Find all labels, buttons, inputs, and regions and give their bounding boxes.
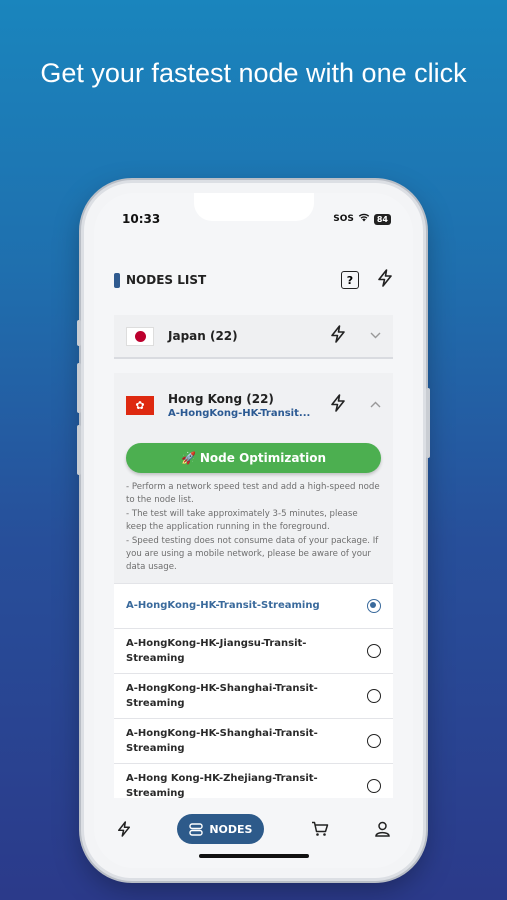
radio-unselected[interactable] xyxy=(367,778,381,793)
node-item[interactable]: A-HongKong-HK-Transit-Streaming xyxy=(114,582,393,628)
tab-account[interactable] xyxy=(375,814,390,844)
hong-kong-flag-icon: ✿ xyxy=(126,395,154,415)
page-title: NODES LIST xyxy=(126,273,207,287)
phone-frame: 10:33 SOS 84 NODES LIST ? Japan (22) ✿ H… xyxy=(77,183,430,878)
node-optimization-button[interactable]: 🚀 Node Optimization xyxy=(126,443,381,473)
node-item[interactable]: A-HongKong-HK-Shanghai-Transit-Streaming xyxy=(114,672,393,718)
header-actions: ? xyxy=(341,269,393,291)
tab-nodes-label: NODES xyxy=(209,822,253,836)
radio-unselected[interactable] xyxy=(367,688,381,703)
node-label: A-HongKong-HK-Shanghai-Transit-Streaming xyxy=(126,682,318,709)
status-icons: SOS 84 xyxy=(333,213,391,225)
page-header: NODES LIST ? xyxy=(114,265,393,295)
status-time: 10:33 xyxy=(122,212,161,226)
node-list: A-HongKong-HK-Transit-Streaming A-HongKo… xyxy=(114,582,393,808)
lightning-icon[interactable] xyxy=(377,269,393,291)
server-icon xyxy=(189,822,204,836)
mute-switch xyxy=(77,320,81,346)
country-names: Hong Kong (22) A-HongKong-HK-Transit... xyxy=(168,392,330,419)
radio-unselected[interactable] xyxy=(367,733,381,748)
wifi-icon xyxy=(358,213,370,225)
tab-nodes[interactable]: NODES xyxy=(177,814,265,844)
chevron-up-icon[interactable] xyxy=(370,400,381,411)
lightning-icon xyxy=(118,821,131,837)
note-line: - Perform a network speed test and add a… xyxy=(126,482,380,506)
node-label: A-HongKong-HK-Shanghai-Transit-Streaming xyxy=(126,727,318,754)
note-line: - Speed testing does not consume data of… xyxy=(126,535,379,573)
radio-selected[interactable] xyxy=(367,598,381,613)
home-indicator[interactable] xyxy=(198,854,309,858)
tab-shop[interactable] xyxy=(311,814,329,844)
country-name: Japan (22) xyxy=(168,329,238,343)
chevron-down-icon[interactable] xyxy=(370,331,381,342)
app-screen: 10:33 SOS 84 NODES LIST ? Japan (22) ✿ H… xyxy=(94,193,413,868)
japan-flag-icon xyxy=(126,326,154,346)
power-button xyxy=(426,388,430,458)
sos-indicator: SOS xyxy=(333,214,354,224)
question-box-icon[interactable]: ? xyxy=(341,271,359,289)
node-label: A-HongKong-HK-Jiangsu-Transit-Streaming xyxy=(126,637,307,664)
selected-node-name: A-HongKong-HK-Transit... xyxy=(168,407,311,419)
node-label: A-HongKong-HK-Transit-Streaming xyxy=(126,600,320,612)
volume-down-button xyxy=(77,425,81,475)
volume-up-button xyxy=(77,363,81,413)
country-name: Hong Kong (22) xyxy=(168,391,274,406)
lightning-icon[interactable] xyxy=(330,324,346,348)
note-line: - The test will take approximately 3-5 m… xyxy=(126,508,358,533)
user-icon xyxy=(375,821,390,837)
page-title-group: NODES LIST xyxy=(114,272,207,288)
rocket-icon: 🚀 xyxy=(180,451,196,465)
radio-unselected[interactable] xyxy=(367,643,381,658)
country-row-hong-kong[interactable]: ✿ Hong Kong (22) A-HongKong-HK-Transit..… xyxy=(114,373,393,437)
promo-headline: Get your fastest node with one click xyxy=(40,58,467,88)
node-item[interactable]: A-HongKong-HK-Jiangsu-Transit-Streaming xyxy=(114,627,393,673)
country-row-japan[interactable]: Japan (22) xyxy=(114,315,393,359)
node-item[interactable]: A-HongKong-HK-Shanghai-Transit-Streaming xyxy=(114,717,393,763)
title-marker xyxy=(114,272,120,288)
node-label: A-Hong Kong-HK-Zhejiang-Transit-Streamin… xyxy=(126,772,318,799)
optimization-notes: - Perform a network speed test and add a… xyxy=(114,473,393,583)
status-bar: 10:33 SOS 84 xyxy=(122,211,391,227)
battery-icon: 84 xyxy=(373,213,391,225)
node-optimization-label: Node Optimization xyxy=(199,451,327,465)
cart-icon xyxy=(311,821,328,836)
country-panel-hong-kong: ✿ Hong Kong (22) A-HongKong-HK-Transit..… xyxy=(114,373,393,808)
tab-speed[interactable] xyxy=(117,814,131,844)
lightning-icon[interactable] xyxy=(330,393,346,417)
